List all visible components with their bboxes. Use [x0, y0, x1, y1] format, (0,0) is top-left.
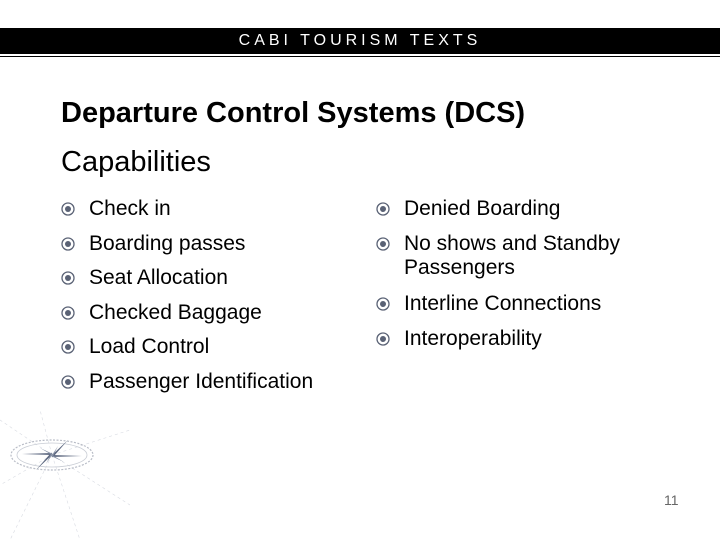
list-item-text: Passenger Identification: [89, 369, 314, 393]
banner-title: CABI TOURISM TEXTS: [238, 32, 482, 49]
circled-dot-icon: [376, 236, 390, 251]
circled-dot-icon: [61, 340, 75, 354]
list-item: Check in: [59, 192, 313, 227]
circled-dot-icon: [61, 236, 75, 251]
circled-dot-icon: [376, 297, 390, 311]
circled-dot-icon: [61, 271, 75, 285]
circled-dot-icon: [376, 331, 390, 346]
list-item: No shows and Standby Passengers: [374, 227, 620, 288]
list-item: Load Control: [59, 330, 313, 365]
right-bullet-list: Denied Boarding No shows and Standby Pass…: [374, 192, 620, 356]
list-item: Checked Baggage: [59, 296, 313, 331]
list-item-text: Interoperability: [404, 326, 542, 350]
list-item-text: Interline Connections: [404, 292, 602, 315]
circled-dot-icon: [61, 374, 75, 389]
left-bullet-list: Check in Boarding passes Seat Allocation…: [59, 192, 313, 399]
list-item: Interoperability: [374, 322, 620, 357]
circled-dot-icon: [61, 305, 75, 320]
banner-divider: [0, 56, 720, 57]
page-number: 11: [664, 492, 679, 508]
list-item-text: Load Control: [89, 335, 210, 358]
list-item-text: Check in: [89, 197, 171, 220]
list-item: Seat Allocation: [59, 261, 313, 296]
header-banner: CABI TOURISM TEXTS: [0, 28, 720, 54]
list-item: Passenger Identification: [59, 365, 313, 400]
compass-rose-icon: [0, 410, 130, 540]
slide-title: Departure Control Systems (DCS): [61, 97, 526, 129]
list-item-text: Checked Baggage: [89, 300, 262, 324]
circled-dot-icon: [61, 202, 75, 216]
list-item: Boarding passes: [59, 227, 313, 262]
list-item-text: Boarding passes: [89, 231, 246, 255]
list-item-text: Seat Allocation: [89, 266, 228, 289]
slide-subtitle: Capabilities: [61, 146, 211, 178]
list-item: Denied Boarding: [374, 192, 620, 227]
list-item-text: Denied Boarding: [404, 197, 561, 220]
circled-dot-icon: [376, 202, 390, 216]
list-item: Interline Connections: [374, 287, 620, 322]
